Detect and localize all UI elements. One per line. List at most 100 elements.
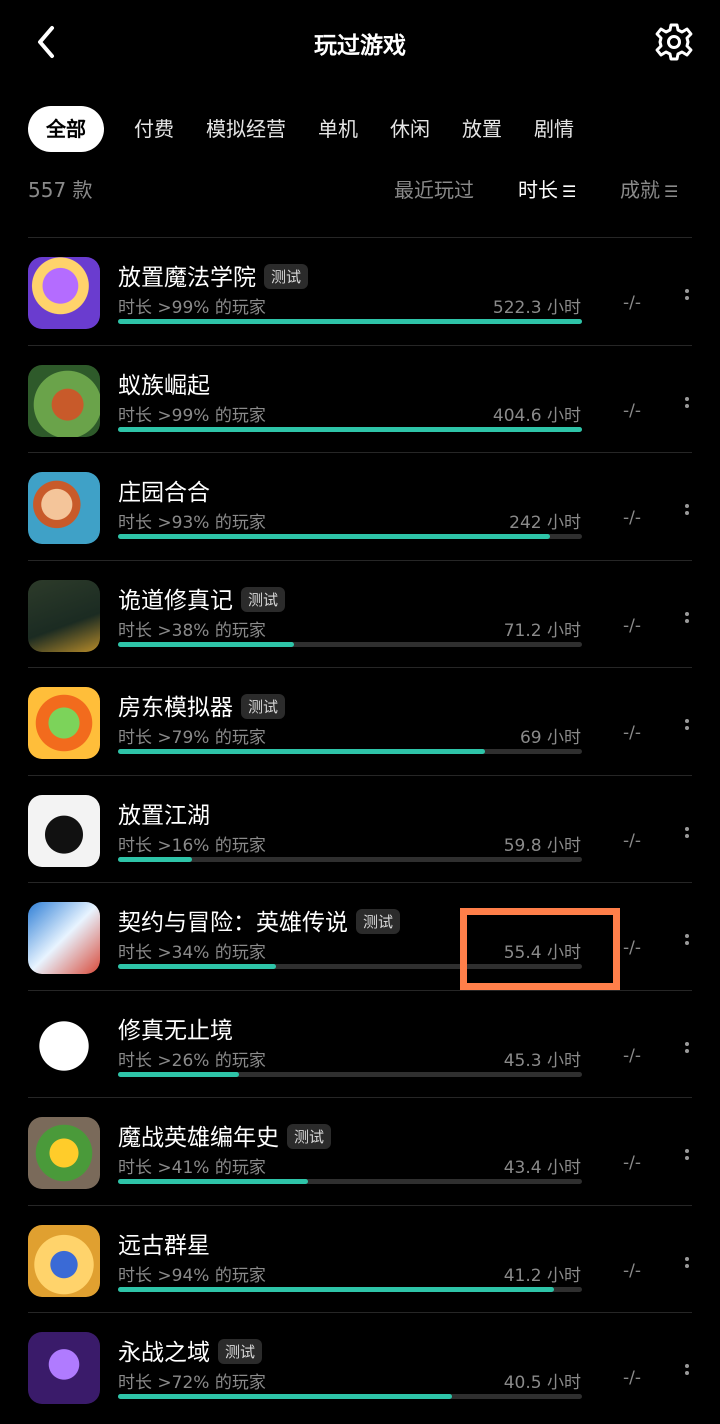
test-tag: 测试: [241, 586, 286, 612]
playtime-progress-bar: [118, 1071, 582, 1077]
playtime-percentile: 时长 >93% 的玩家: [118, 513, 266, 533]
playtime-progress-fill: [118, 1286, 555, 1292]
game-list: 放置魔法学院 测试 时长 >99% 的玩家 522.3 小时 -/- 蚁族崛起 时长 >99…: [28, 237, 692, 1420]
achievement-value: -/-: [623, 615, 641, 636]
game-icon[interactable]: [28, 579, 100, 652]
playtime-progress-fill: [118, 641, 295, 647]
playtime-progress-bar: [118, 534, 582, 539]
game-name: 永战之域 测试: [118, 1333, 263, 1367]
game-row[interactable]: 永战之域 测试 时长 >72% 的玩家 40.5 小时 -/-: [28, 1312, 692, 1420]
more-options-icon[interactable]: [682, 824, 692, 846]
playtime-progress-bar: [118, 1179, 582, 1184]
game-row[interactable]: 远古群星 时长 >94% 的玩家 41.2 小时 -/-: [28, 1204, 692, 1313]
game-row[interactable]: 房东模拟器 测试 时长 >79% 的玩家 69 小时 -/-: [28, 667, 692, 775]
top-bar: 玩过游戏: [0, 0, 720, 90]
playtime-progress-bar: [118, 1394, 582, 1399]
game-count: 557 款: [28, 178, 93, 202]
game-icon[interactable]: [28, 364, 100, 437]
playtime-percentile: 时长 >34% 的玩家: [118, 943, 266, 963]
playtime-percentile: 时长 >72% 的玩家: [118, 1373, 266, 1393]
more-options-icon[interactable]: [682, 609, 692, 631]
game-icon[interactable]: [28, 794, 100, 867]
page-title: 玩过游戏: [314, 33, 406, 59]
playtime-hours: 41.2 小时: [503, 1265, 581, 1286]
game-name-text: 放置江湖: [118, 802, 210, 829]
game-name-text: 契约与冒险：英雄传说: [118, 910, 348, 936]
playtime-progress-bar: [118, 426, 582, 432]
game-row[interactable]: 魔战英雄编年史 测试 时长 >41% 的玩家 43.4 小时 -/-: [28, 1097, 692, 1205]
playtime-progress-fill: [118, 856, 193, 862]
game-row[interactable]: 蚁族崛起 时长 >99% 的玩家 404.6 小时 -/-: [28, 344, 692, 453]
playtime-percentile: 时长 >38% 的玩家: [118, 620, 266, 641]
playtime-percentile: 时长 >16% 的玩家: [118, 835, 266, 856]
playtime-progress-fill: [118, 1071, 239, 1077]
game-name-text: 永战之域: [118, 1340, 210, 1366]
game-name-text: 远古群星: [118, 1232, 210, 1259]
game-name-text: 魔战英雄编年史: [118, 1125, 279, 1151]
game-name-text: 庄园合合: [118, 480, 210, 506]
playtime-progress-fill: [118, 426, 582, 432]
playtime-progress-fill: [118, 749, 485, 754]
playtime-progress-fill: [118, 534, 550, 539]
more-options-icon[interactable]: [682, 1361, 692, 1383]
game-icon[interactable]: [28, 472, 100, 544]
tab-all[interactable]: 全部: [28, 106, 104, 152]
more-options-icon[interactable]: [682, 1039, 692, 1061]
settings-button[interactable]: [654, 22, 694, 62]
playtime-percentile: 时长 >99% 的玩家: [118, 298, 266, 318]
sort-achievement-label: 成就: [620, 178, 660, 202]
tab-idle[interactable]: 放置: [462, 106, 502, 152]
tab-story[interactable]: 剧情: [534, 106, 574, 152]
sort-duration-label: 时长: [518, 178, 558, 202]
sort-recent[interactable]: 最近玩过: [394, 174, 474, 203]
more-options-icon[interactable]: [682, 931, 692, 953]
playtime-progress-bar: [118, 319, 582, 324]
game-row[interactable]: 修真无止境 时长 >26% 的玩家 45.3 小时 -/-: [28, 989, 692, 1098]
more-options-icon[interactable]: [682, 1254, 692, 1276]
playtime-hours: 40.5 小时: [503, 1373, 581, 1393]
playtime-hours: 242 小时: [509, 513, 581, 533]
more-options-icon[interactable]: [682, 394, 692, 416]
game-name: 修真无止境: [118, 1011, 233, 1045]
game-icon[interactable]: [28, 1332, 100, 1404]
game-row[interactable]: 放置江湖 时长 >16% 的玩家 59.8 小时 -/-: [28, 774, 692, 883]
gear-icon: [655, 23, 693, 61]
game-row[interactable]: 放置魔法学院 测试 时长 >99% 的玩家 522.3 小时 -/-: [28, 237, 692, 345]
playtime-progress-fill: [118, 1179, 309, 1184]
category-tabs: 全部 付费 模拟经营 单机 休闲 放置 剧情: [28, 106, 720, 152]
more-options-icon[interactable]: [682, 1146, 692, 1168]
more-options-icon[interactable]: [682, 716, 692, 738]
game-icon[interactable]: [28, 1117, 100, 1189]
sort-bar: 557 款 最近玩过 时长 ☰ 成就 ☰: [28, 170, 692, 206]
game-name: 诡道修真记 测试: [118, 581, 286, 615]
test-tag: 测试: [356, 909, 401, 934]
game-name: 放置魔法学院 测试: [118, 258, 309, 292]
tab-casual[interactable]: 休闲: [390, 106, 430, 152]
tab-single-player[interactable]: 单机: [318, 106, 358, 152]
game-name: 契约与冒险：英雄传说 测试: [118, 903, 401, 937]
game-name: 蚁族崛起: [118, 366, 210, 400]
sort-duration[interactable]: 时长 ☰: [518, 174, 576, 203]
game-row[interactable]: 庄园合合 时长 >93% 的玩家 242 小时 -/-: [28, 452, 692, 560]
game-name-text: 房东模拟器: [118, 695, 233, 721]
tab-simulation[interactable]: 模拟经营: [206, 106, 286, 152]
playtime-percentile: 时长 >26% 的玩家: [118, 1050, 266, 1071]
sort-achievement[interactable]: 成就 ☰: [620, 174, 678, 203]
game-name: 放置江湖: [118, 796, 210, 830]
game-row[interactable]: 诡道修真记 测试 时长 >38% 的玩家 71.2 小时 -/-: [28, 559, 692, 668]
game-name-text: 修真无止境: [118, 1017, 233, 1044]
playtime-hours: 522.3 小时: [492, 298, 581, 318]
game-name-text: 蚁族崛起: [118, 372, 210, 399]
game-icon[interactable]: [28, 1224, 100, 1297]
playtime-hours: 404.6 小时: [492, 405, 581, 426]
game-icon[interactable]: [28, 902, 100, 974]
game-icon[interactable]: [28, 1009, 100, 1082]
game-name: 房东模拟器 测试: [118, 688, 286, 722]
tab-paid[interactable]: 付费: [134, 106, 174, 152]
game-icon[interactable]: [28, 687, 100, 759]
more-options-icon[interactable]: [682, 286, 692, 308]
test-tag: 测试: [264, 264, 309, 289]
achievement-value: -/-: [623, 400, 641, 421]
more-options-icon[interactable]: [682, 501, 692, 523]
game-icon[interactable]: [28, 257, 100, 329]
